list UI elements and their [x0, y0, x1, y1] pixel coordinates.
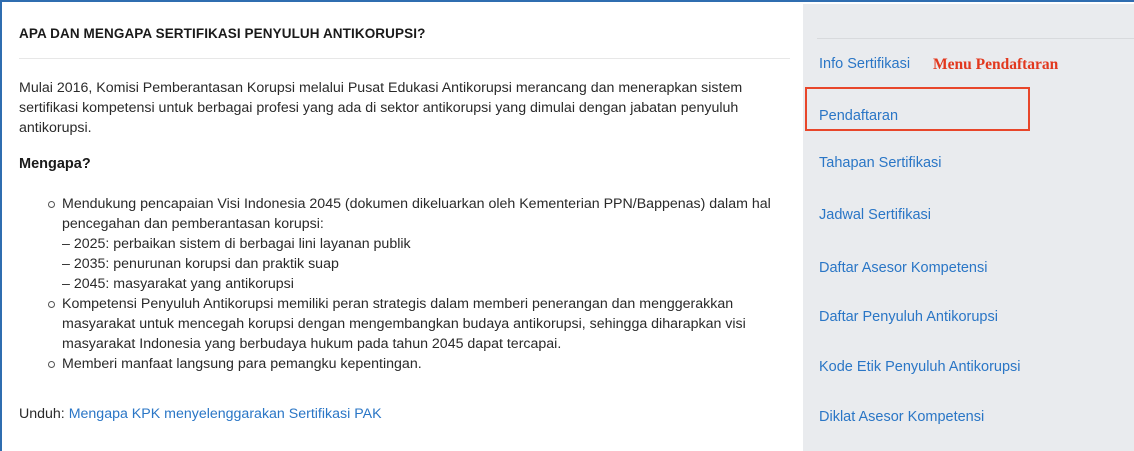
main-content: APA DAN MENGAPA SERTIFIKASI PENYULUH ANT…: [4, 4, 803, 451]
list-item-text: Kompetensi Penyuluh Antikorupsi memiliki…: [62, 296, 746, 352]
bullet-circle-icon: [48, 201, 55, 208]
sub-item: – 2025: perbaikan sistem di berbagai lin…: [62, 236, 411, 252]
download-link[interactable]: Mengapa KPK menyelenggarakan Sertifikasi…: [69, 406, 382, 422]
sidebar-item-daftar-asesor[interactable]: Daftar Asesor Kompetensi: [819, 260, 987, 276]
sidebar: Info Sertifikasi Menu Pendaftaran Pendaf…: [803, 4, 1134, 451]
page-title: APA DAN MENGAPA SERTIFIKASI PENYULUH ANT…: [19, 26, 426, 41]
intro-paragraph: Mulai 2016, Komisi Pemberantasan Korupsi…: [19, 80, 743, 136]
sidebar-item-info-sertifikasi[interactable]: Info Sertifikasi: [819, 56, 910, 72]
sidebar-item-tahapan-sertifikasi[interactable]: Tahapan Sertifikasi: [819, 155, 942, 171]
download-label: Unduh:: [19, 406, 65, 422]
sidebar-item-kode-etik[interactable]: Kode Etik Penyuluh Antikorupsi: [819, 359, 1021, 375]
sidebar-item-jadwal-sertifikasi[interactable]: Jadwal Sertifikasi: [819, 207, 931, 223]
list-item: Kompetensi Penyuluh Antikorupsi memiliki…: [48, 294, 788, 354]
annotation-label: Menu Pendaftaran: [933, 56, 1059, 73]
reasons-list: Mendukung pencapaian Visi Indonesia 2045…: [48, 194, 788, 374]
download-row: Unduh: Mengapa KPK menyelenggarakan Sert…: [19, 406, 382, 422]
bullet-circle-icon: [48, 361, 55, 368]
sub-item: – 2035: penurunan korupsi dan praktik su…: [62, 256, 339, 272]
sidebar-item-daftar-penyuluh[interactable]: Daftar Penyuluh Antikorupsi: [819, 309, 998, 325]
sidebar-item-pendaftaran[interactable]: Pendaftaran: [819, 108, 898, 124]
page-frame: APA DAN MENGAPA SERTIFIKASI PENYULUH ANT…: [0, 0, 1134, 451]
title-divider: [19, 58, 790, 59]
list-item-text: Memberi manfaat langsung para pemangku k…: [62, 356, 422, 372]
sidebar-divider: [817, 38, 1134, 39]
why-heading: Mengapa?: [19, 156, 91, 172]
list-item: Mendukung pencapaian Visi Indonesia 2045…: [48, 194, 788, 294]
list-item-text: Mendukung pencapaian Visi Indonesia 2045…: [62, 196, 771, 232]
list-item: Memberi manfaat langsung para pemangku k…: [48, 354, 788, 374]
sidebar-item-diklat-asesor[interactable]: Diklat Asesor Kompetensi: [819, 409, 984, 425]
bullet-circle-icon: [48, 301, 55, 308]
sub-item: – 2045: masyarakat yang antikorupsi: [62, 276, 294, 292]
